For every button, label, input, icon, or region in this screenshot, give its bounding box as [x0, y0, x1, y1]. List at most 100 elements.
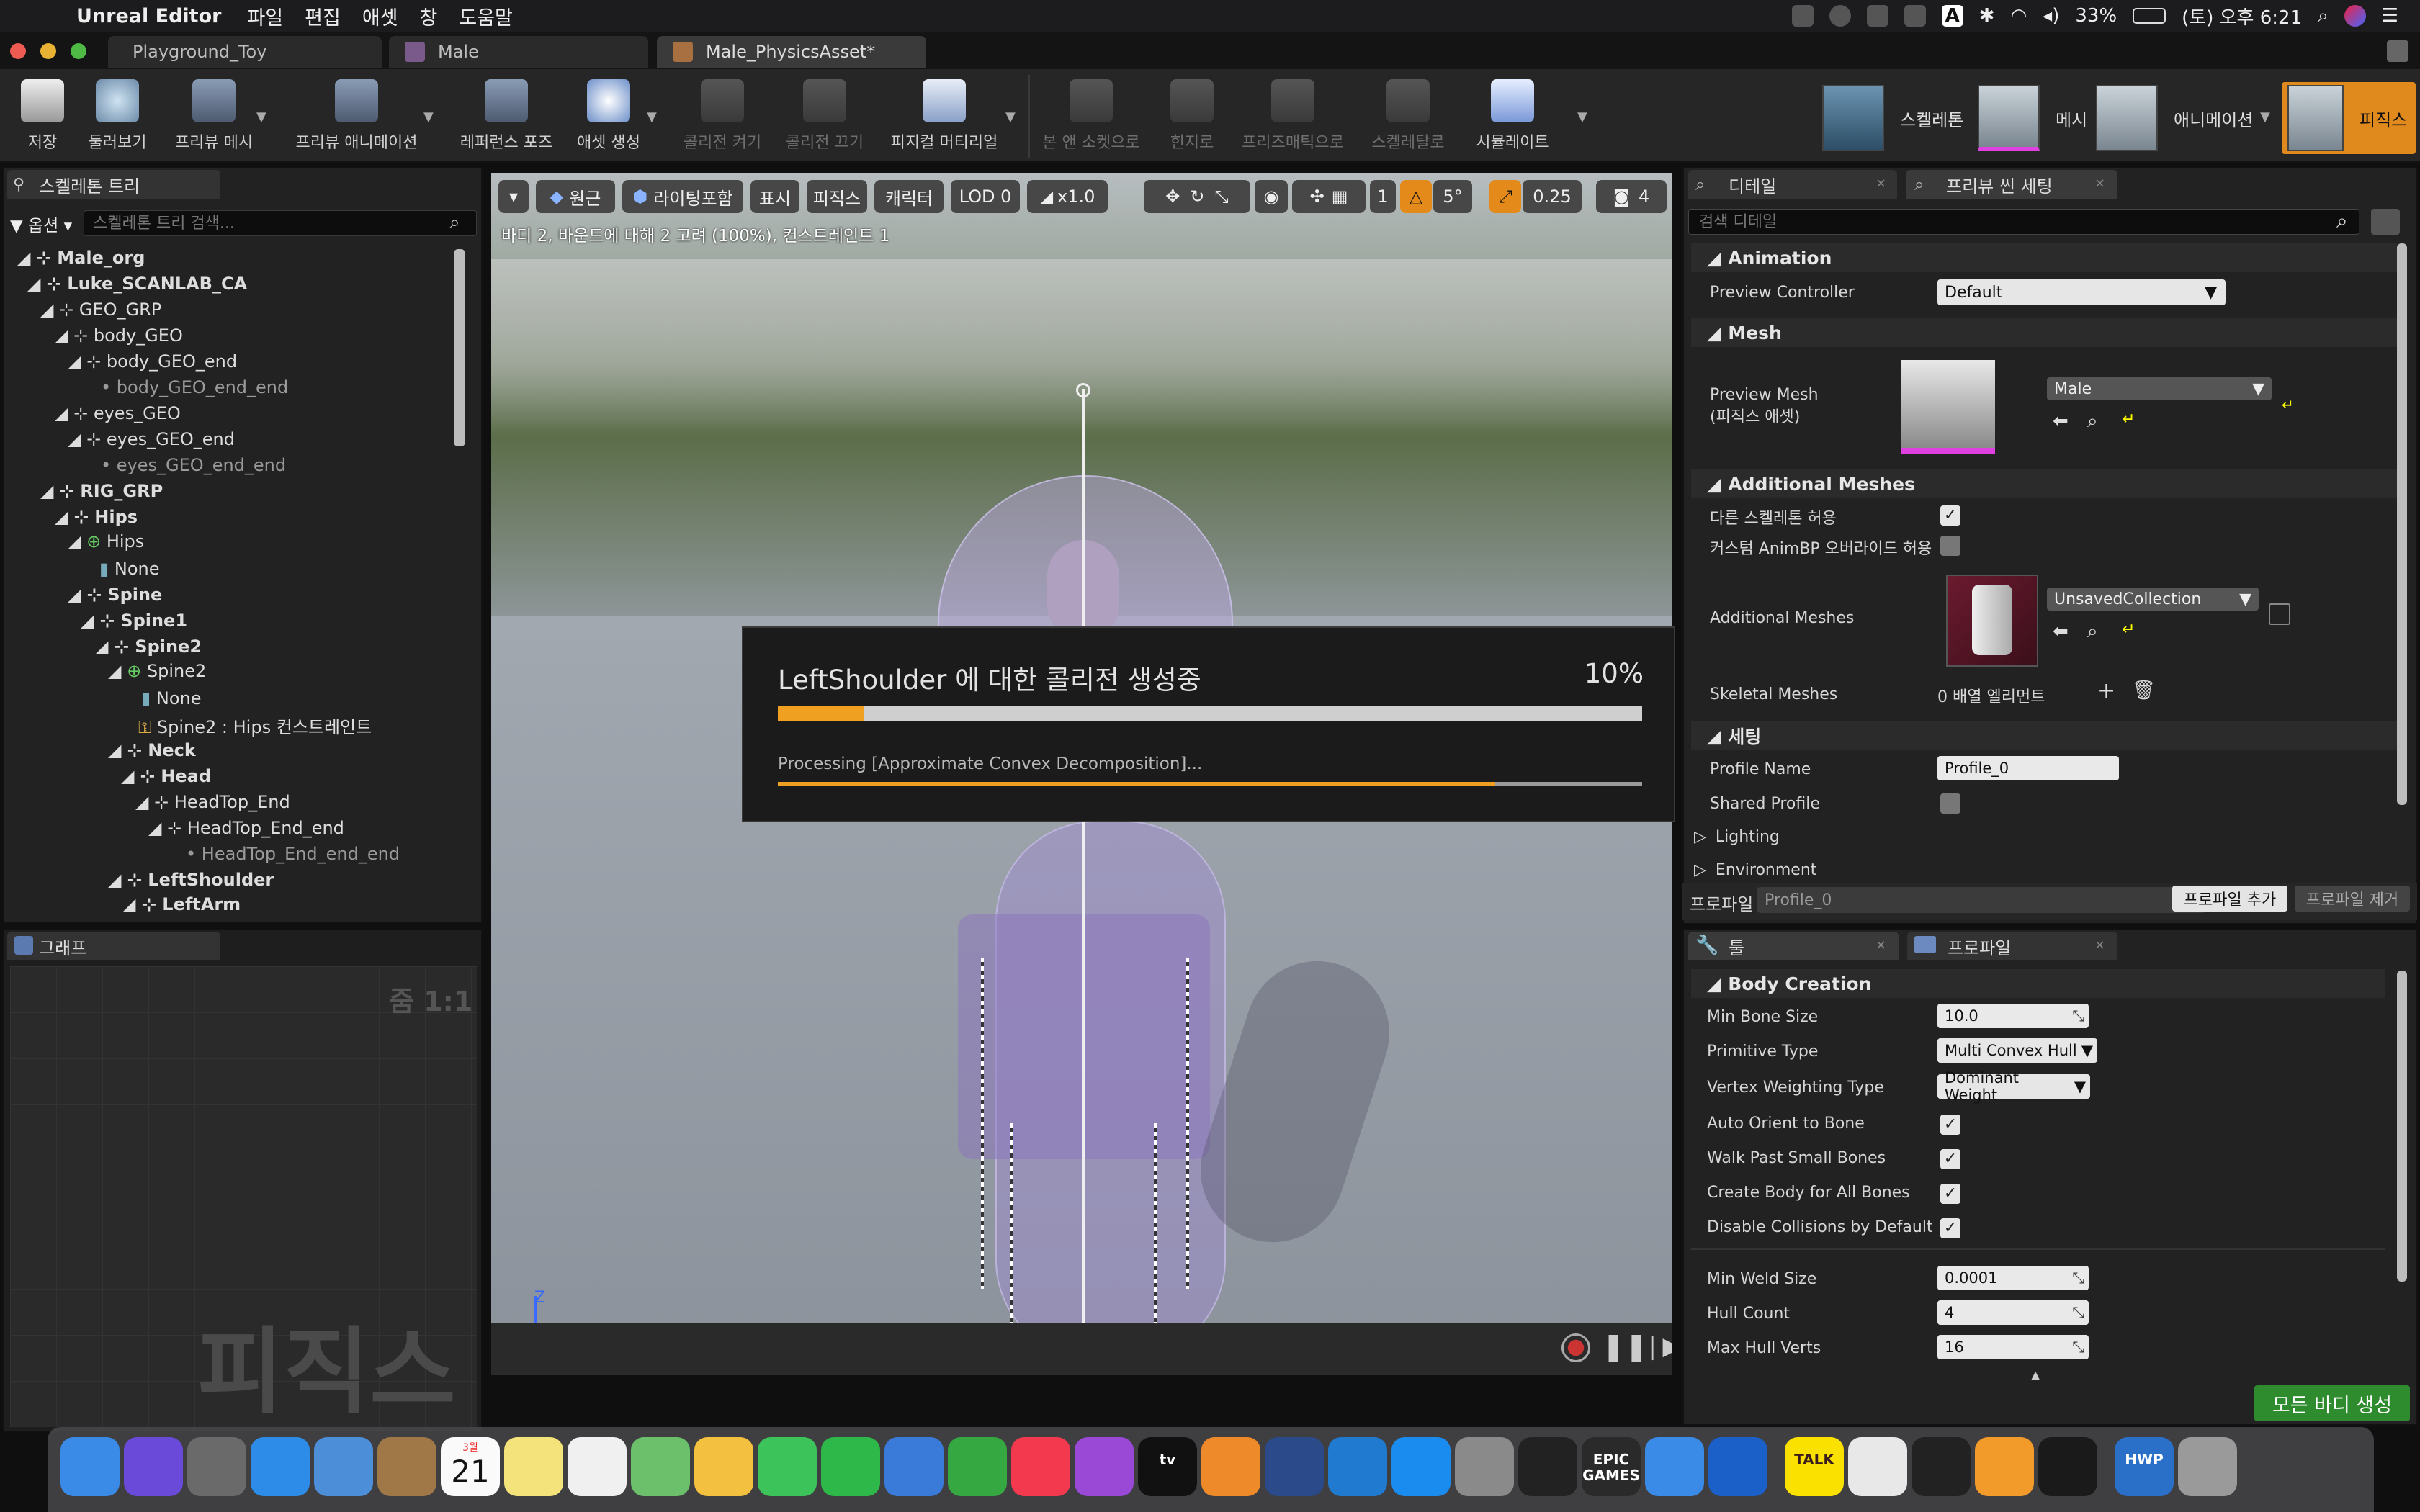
tree-row-headtop-end-end-end[interactable]: • HeadTop_End_end_end: [186, 844, 400, 864]
skeletal-button[interactable]: 스켈레탈로: [1361, 75, 1455, 160]
tree-row-head[interactable]: ◢ ⊹ Head: [121, 766, 211, 786]
character-button[interactable]: 캐릭터: [874, 180, 944, 213]
reminders-icon[interactable]: [568, 1437, 627, 1496]
hinge-button[interactable]: 힌지로: [1152, 75, 1232, 160]
doc-tab-playground[interactable]: Playground_Toy: [108, 36, 382, 68]
collision-off-button[interactable]: 콜리전 끄기: [778, 75, 871, 160]
photos-icon[interactable]: [694, 1437, 753, 1496]
surface-snap-icon[interactable]: ✣: [1310, 186, 1325, 207]
browse-asset-icon[interactable]: ⌕: [2087, 410, 2098, 433]
profile-name-field[interactable]: Profile_0: [1937, 756, 2119, 780]
tree-row-headtop-end[interactable]: ◢ ⊹ HeadTop_End: [135, 792, 290, 812]
mode-animation-button[interactable]: 애니메이션: [2096, 82, 2276, 154]
max-hull-verts-field[interactable]: 16 ⤡: [1937, 1335, 2089, 1359]
save-collection-icon[interactable]: [2269, 603, 2290, 625]
spotlight-icon[interactable]: ⌕: [2318, 5, 2329, 27]
profile-dropdown[interactable]: Profile_0▼: [1757, 887, 2205, 913]
preview-animation-dropdown-icon[interactable]: ▼: [424, 109, 434, 125]
prismatic-button[interactable]: 프리즈매틱으로: [1239, 75, 1347, 160]
tree-row-leftarm[interactable]: ◢ ⊹ LeftArm: [122, 894, 241, 914]
ball-socket-button[interactable]: 본 앤 소켓으로: [1037, 75, 1145, 160]
tv-icon[interactable]: tv: [1138, 1437, 1197, 1496]
preview-controller-dropdown[interactable]: Default ▼: [1937, 279, 2226, 305]
options-dropdown[interactable]: ▼ 옵션 ▾: [10, 212, 72, 236]
status-app-icon[interactable]: [1791, 5, 1814, 27]
app-menu[interactable]: Unreal Editor: [76, 5, 221, 27]
scale-snap-value[interactable]: 0.25: [1523, 180, 1582, 213]
show-button[interactable]: 표시: [750, 180, 799, 213]
siri-icon[interactable]: [2344, 5, 2366, 27]
scale-snap-icon[interactable]: ⤢: [1489, 180, 1521, 213]
app-store-icon[interactable]: [1392, 1437, 1451, 1496]
allow-other-skeleton-checkbox[interactable]: ✓: [1940, 505, 1960, 526]
tree-row-none-1[interactable]: ▮ None: [99, 559, 159, 579]
shared-profile-checkbox[interactable]: [1940, 793, 1960, 814]
pause-button[interactable]: ❚❚: [1602, 1331, 1648, 1362]
notes-icon[interactable]: [504, 1437, 563, 1496]
reference-pose-button[interactable]: 레퍼런스 포즈: [452, 75, 560, 160]
close-profile-tab-icon[interactable]: ×: [2094, 937, 2105, 953]
kakaotalk-icon[interactable]: TALK: [1785, 1437, 1844, 1496]
tab-profile[interactable]: 프로파일: [1907, 932, 2118, 960]
section-additional-meshes[interactable]: ◢ Additional Meshes: [1691, 469, 2397, 498]
doc-tab-male[interactable]: Male: [389, 36, 648, 68]
launchpad-icon[interactable]: [187, 1437, 246, 1496]
display-icon[interactable]: [1904, 5, 1926, 27]
tree-row-eyes-geo-end-end[interactable]: • eyes_GEO_end_end: [101, 455, 286, 475]
tree-row-eyes-geo[interactable]: ◢ ⊹ eyes_GEO: [55, 403, 181, 423]
tab-pin-icon[interactable]: [2387, 40, 2408, 62]
tree-row-spine2-body[interactable]: ◢ ⊕ Spine2: [108, 661, 206, 681]
auto-orient-checkbox[interactable]: ✓: [1940, 1115, 1960, 1135]
mode-skeleton-button[interactable]: 스켈레톤: [1822, 82, 1981, 154]
tree-row-geo-grp[interactable]: ◢ ⊹ GEO_GRP: [40, 300, 161, 320]
keynote-icon[interactable]: [884, 1437, 944, 1496]
menu-asset[interactable]: 애셋: [362, 2, 398, 30]
calendar-icon[interactable]: 3월 21: [441, 1437, 500, 1496]
delete-elements-icon[interactable]: 🗑: [2132, 680, 2156, 701]
control-center-icon[interactable]: ☰: [2382, 5, 2398, 27]
add-profile-button[interactable]: 프로파일 추가: [2172, 886, 2287, 912]
record-button[interactable]: [1561, 1333, 1590, 1362]
details-search-input[interactable]: [1688, 209, 2360, 235]
physics-view-button[interactable]: 피직스: [807, 180, 867, 213]
lighting-expander[interactable]: ▷ Lighting: [1694, 828, 1780, 846]
min-weld-size-field[interactable]: 0.0001 ⤡: [1937, 1266, 2089, 1290]
tree-row-rig-grp[interactable]: ◢ ⊹ RIG_GRP: [40, 481, 163, 501]
quicktime-icon[interactable]: [1265, 1437, 1324, 1496]
angle-snap-icon[interactable]: △: [1400, 180, 1432, 213]
primitive-type-dropdown[interactable]: Multi Convex Hull ▼: [1937, 1038, 2097, 1063]
tab-preview-scene[interactable]: 프리뷰 씬 세팅: [1906, 170, 2118, 199]
min-bone-size-field[interactable]: 10.0 ⤡: [1937, 1004, 2089, 1028]
rotate-icon[interactable]: ↻: [1190, 186, 1204, 207]
facetime-icon[interactable]: [821, 1437, 880, 1496]
books-icon[interactable]: [1201, 1437, 1260, 1496]
hwp-icon[interactable]: HWP: [2115, 1437, 2174, 1496]
battery-icon[interactable]: [2133, 8, 2166, 24]
messages-icon[interactable]: [758, 1437, 817, 1496]
siri-icon[interactable]: [124, 1437, 183, 1496]
maps-icon[interactable]: [631, 1437, 690, 1496]
environment-expander[interactable]: ▷ Environment: [1694, 861, 1816, 879]
advanced-expander-icon[interactable]: ▲: [2031, 1368, 2040, 1382]
browse-button[interactable]: 둘러보기: [78, 75, 157, 160]
tree-row-spine[interactable]: ◢ ⊹ Spine: [68, 585, 162, 605]
preview-animation-button[interactable]: 프리뷰 애니메이션: [288, 75, 425, 160]
unreal-icon[interactable]: [2038, 1437, 2097, 1496]
collision-on-button[interactable]: 콜리전 켜기: [676, 75, 769, 160]
lod-button[interactable]: LOD 0: [951, 180, 1020, 213]
terminal-icon[interactable]: [1912, 1437, 1971, 1496]
contacts-icon[interactable]: [377, 1437, 436, 1496]
create-asset-button[interactable]: 애셋 생성: [569, 75, 648, 160]
skeleton-tree-scrollbar[interactable]: [454, 249, 465, 446]
safari-icon[interactable]: [251, 1437, 310, 1496]
volume-icon[interactable]: ◂): [2043, 5, 2059, 27]
create-asset-dropdown-icon[interactable]: ▼: [647, 109, 657, 125]
mode-mesh-button[interactable]: 메시: [1978, 82, 2100, 154]
preview-mesh-dropdown[interactable]: Male ▼: [2047, 377, 2272, 400]
epic-games-icon[interactable]: EPIC GAMES: [1582, 1437, 1641, 1496]
trash-icon[interactable]: [2178, 1437, 2237, 1496]
chat-icon[interactable]: [1829, 5, 1851, 27]
use-selected-arrow-icon[interactable]: ⬅: [2053, 621, 2069, 642]
tree-row-body-geo[interactable]: ◢ ⊹ body_GEO: [55, 325, 183, 346]
step-forward-button[interactable]: ❘▶: [1642, 1332, 1672, 1361]
